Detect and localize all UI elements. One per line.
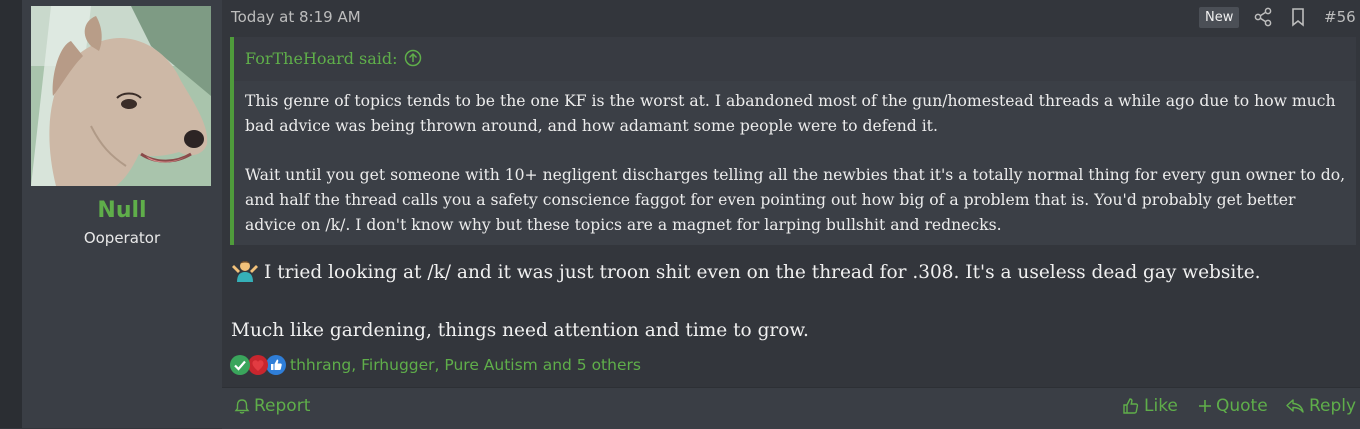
reactions-bar[interactable]: thhrang, Firhugger, Pure Autism and 5 ot… — [230, 353, 641, 377]
user-title: Ooperator — [83, 229, 161, 247]
like-button[interactable]: Like — [1122, 396, 1178, 416]
message-text: I tried looking at /k/ and it was just t… — [264, 262, 1261, 283]
reply-arrow-icon — [1286, 399, 1304, 413]
arrow-up-circle-icon[interactable] — [404, 49, 422, 67]
thumbs-up-icon — [266, 355, 286, 375]
quote-label: Quote — [1216, 396, 1268, 416]
user-column: Null Ooperator — [22, 0, 222, 428]
share-icon[interactable] — [1252, 6, 1274, 28]
reply-label: Reply — [1309, 396, 1357, 416]
check-icon — [230, 355, 250, 375]
quote-header[interactable]: ForTheHoard said: — [234, 37, 1356, 81]
reply-button[interactable]: Reply — [1285, 396, 1356, 416]
message-body: I tried looking at /k/ and it was just t… — [231, 257, 1341, 347]
bookmark-icon[interactable] — [1287, 6, 1309, 28]
bell-icon — [234, 398, 250, 414]
quote-content: This genre of topics tends to be the one… — [234, 81, 1356, 238]
report-label: Report — [254, 396, 311, 416]
reaction-users[interactable]: thhrang, Firhugger, Pure Autism and 5 ot… — [290, 356, 641, 374]
username[interactable]: Null — [22, 198, 222, 223]
message-paragraph: I tried looking at /k/ and it was just t… — [231, 257, 1341, 289]
report-button[interactable]: Report — [234, 396, 310, 416]
like-label: Like — [1144, 396, 1178, 416]
quote-author[interactable]: ForTheHoard said: — [245, 49, 398, 68]
person-shrugging-icon — [231, 258, 259, 282]
new-badge: New — [1199, 7, 1240, 28]
post-footer: Report Like Quote Reply — [222, 387, 1360, 429]
quote-block: ForTheHoard said: This genre of topics t… — [230, 37, 1356, 245]
post-date[interactable]: Today at 8:19 AM — [231, 8, 361, 26]
dog-avatar-image — [31, 6, 211, 186]
post-main: Today at 8:19 AM New #56 ForTheHoard sai… — [222, 0, 1360, 429]
plus-icon — [1199, 400, 1211, 412]
quote-paragraph: Wait until you get someone with 10+ negl… — [245, 166, 1346, 234]
quote-paragraph: This genre of topics tends to be the one… — [245, 92, 1336, 135]
heart-icon — [248, 355, 268, 375]
post-number[interactable]: #56 — [1324, 8, 1356, 26]
avatar[interactable] — [31, 6, 211, 186]
left-gutter — [0, 0, 22, 428]
thumbs-up-outline-icon — [1123, 398, 1139, 414]
message-paragraph: Much like gardening, things need attenti… — [231, 320, 809, 341]
quote-button[interactable]: Quote — [1198, 396, 1268, 416]
